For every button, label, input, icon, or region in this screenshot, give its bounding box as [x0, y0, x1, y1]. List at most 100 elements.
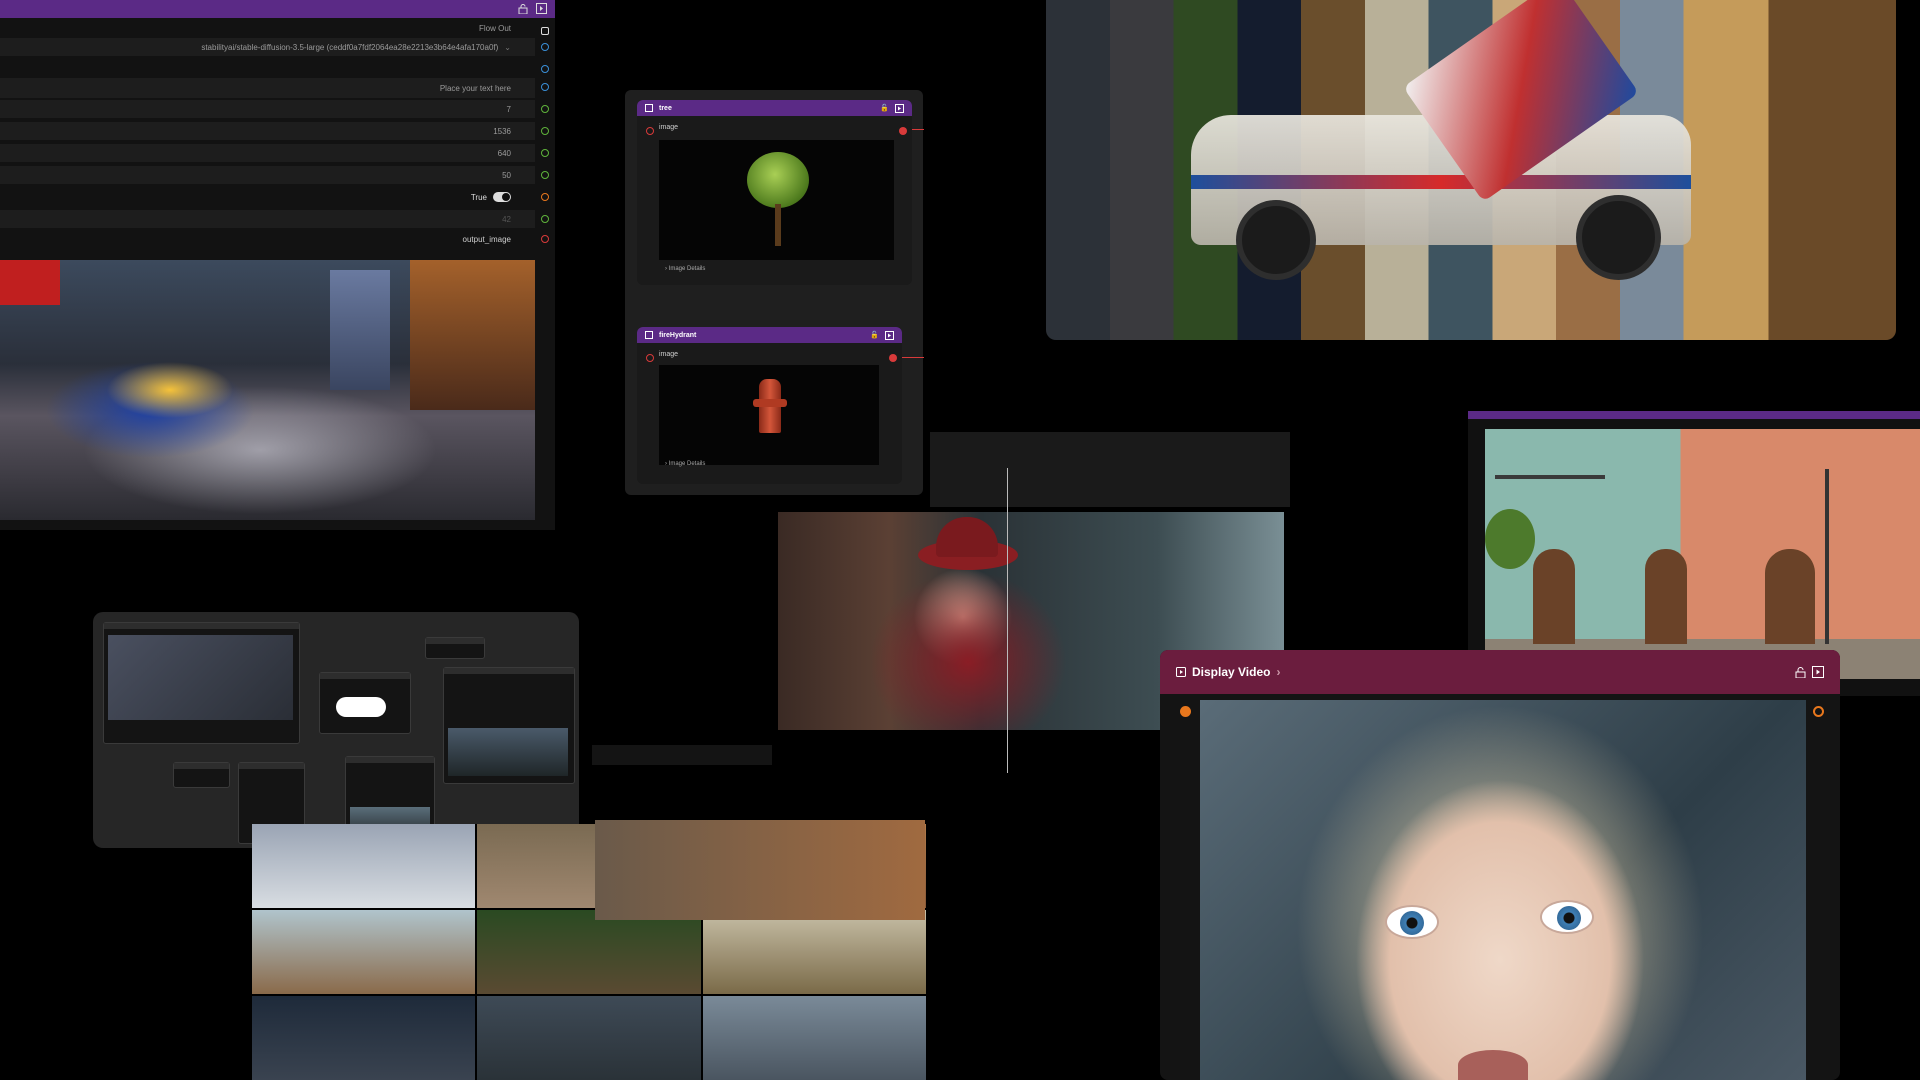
- lock-icon[interactable]: [1795, 666, 1806, 678]
- chevron-right-icon: ›: [1276, 665, 1281, 679]
- police-car-image: [0, 260, 535, 520]
- lock-icon[interactable]: 🔓: [880, 104, 889, 112]
- grid-car-canyon: [702, 910, 926, 994]
- prompt-placeholder: Place your text here: [439, 83, 511, 93]
- mini-mountain-image: [448, 728, 568, 776]
- expand-icon[interactable]: [895, 103, 904, 113]
- hydrant-node-title: fireHydrant: [659, 331, 697, 339]
- display-video-title: Display Video: [1192, 665, 1271, 679]
- display-video-node[interactable]: Display Video ›: [1160, 650, 1840, 1080]
- tree-image: [659, 140, 894, 260]
- hydrant-node[interactable]: fireHydrant 🔓 image › Image Details: [637, 327, 902, 484]
- width-port[interactable]: [541, 127, 549, 135]
- hydrant-details-label: Image Details: [668, 461, 706, 467]
- lock-icon[interactable]: [518, 4, 528, 14]
- red-sign: [0, 260, 60, 305]
- compare-slider[interactable]: [1007, 468, 1008, 773]
- seed-value: 42: [502, 214, 511, 224]
- model-select[interactable]: stabilityai/stable-diffusion-3.5-large (…: [0, 38, 535, 56]
- hydrant-output-port[interactable]: [889, 354, 897, 362]
- street-door: [1533, 549, 1575, 644]
- hydrant-details-toggle[interactable]: › Image Details: [665, 461, 705, 467]
- tree-input-port[interactable]: [646, 127, 654, 135]
- street-node-header: [1468, 411, 1920, 419]
- toggle-icon[interactable]: [493, 192, 511, 202]
- prompt-input[interactable]: Place your text here: [0, 78, 535, 98]
- video-icon: [1176, 667, 1186, 677]
- expand-icon[interactable]: [885, 330, 894, 340]
- steps-value: 50: [502, 170, 511, 180]
- hydrant-nozzle: [753, 399, 787, 407]
- tree-details-toggle[interactable]: › Image Details: [665, 266, 705, 272]
- guidance-port[interactable]: [541, 105, 549, 113]
- hydrant-node-header[interactable]: fireHydrant 🔓: [637, 327, 902, 343]
- tree-details-label: Image Details: [668, 266, 706, 272]
- expand-icon[interactable]: [1812, 666, 1824, 678]
- tree-port-label: image: [659, 124, 679, 131]
- prompt-port[interactable]: [541, 83, 549, 91]
- street-image: [1485, 429, 1920, 679]
- mini-node: [319, 672, 411, 734]
- toggle-port[interactable]: [541, 193, 549, 201]
- display-video-header[interactable]: Display Video ›: [1160, 650, 1840, 694]
- hydrant-image: [659, 365, 879, 465]
- grid-car-snow: [252, 824, 476, 908]
- street-tree: [1485, 509, 1535, 569]
- image-icon: [645, 104, 653, 112]
- guidance-field[interactable]: 7: [0, 100, 535, 118]
- steps-port[interactable]: [541, 171, 549, 179]
- height-port[interactable]: [541, 149, 549, 157]
- mini-node: [103, 622, 300, 744]
- building: [410, 260, 535, 410]
- street-lamp: [1825, 469, 1829, 644]
- street-balcony: [1495, 439, 1605, 479]
- width-field[interactable]: 1536: [0, 122, 535, 140]
- grid-car-night: [252, 996, 476, 1080]
- tree-trunk: [775, 204, 781, 246]
- expand-icon[interactable]: [536, 3, 547, 14]
- chevron-right-icon: ›: [665, 266, 667, 272]
- board-connector: [592, 745, 772, 765]
- tree-canopy: [747, 152, 809, 208]
- flow-out-label: Flow Out: [478, 24, 511, 33]
- hydrant-connection: [902, 357, 924, 358]
- video-input-port[interactable]: [1180, 706, 1191, 717]
- image-icon: [645, 331, 653, 339]
- portrait-video-frame: [1200, 700, 1806, 1080]
- model-value: stabilityai/stable-diffusion-3.5-large (…: [201, 42, 499, 52]
- street-door: [1765, 549, 1815, 644]
- mini-node: [443, 667, 575, 784]
- tree-node-title: tree: [659, 104, 672, 112]
- seed-port[interactable]: [541, 215, 549, 223]
- seed-field[interactable]: 42: [0, 210, 535, 228]
- compare-toolbar: [930, 432, 1290, 507]
- lock-icon[interactable]: 🔓: [870, 331, 879, 339]
- toggle-label: True: [470, 192, 487, 202]
- hydrant-input-port[interactable]: [646, 354, 654, 362]
- tree-output-port[interactable]: [899, 127, 907, 135]
- height-field[interactable]: 640: [0, 144, 535, 162]
- grid-car-mountain: [477, 996, 701, 1080]
- aux-port[interactable]: [541, 65, 549, 73]
- steps-field[interactable]: 50: [0, 166, 535, 184]
- video-output-port[interactable]: [1813, 706, 1824, 717]
- output-label: output_image: [0, 230, 535, 248]
- hydrant-port-label: image: [659, 351, 679, 358]
- params-header: [0, 0, 555, 18]
- rally-car-stripe: [1191, 175, 1691, 189]
- grid-car-church: [252, 910, 476, 994]
- rally-car-stripes-image: [1046, 0, 1896, 340]
- tree-node[interactable]: tree 🔓 image › Image Details: [637, 100, 912, 285]
- output-port[interactable]: [541, 235, 549, 243]
- output-label-text: output_image: [462, 234, 511, 244]
- guidance-value: 7: [506, 104, 511, 114]
- toggle-row[interactable]: True: [0, 188, 535, 206]
- flow-out-port[interactable]: [541, 27, 549, 35]
- height-value: 640: [497, 148, 511, 158]
- mini-node: [173, 762, 230, 788]
- grid-car-jungle: [477, 910, 701, 994]
- red-hat-crown: [936, 517, 998, 557]
- tree-node-header[interactable]: tree 🔓: [637, 100, 912, 116]
- building: [330, 270, 390, 390]
- model-port[interactable]: [541, 43, 549, 51]
